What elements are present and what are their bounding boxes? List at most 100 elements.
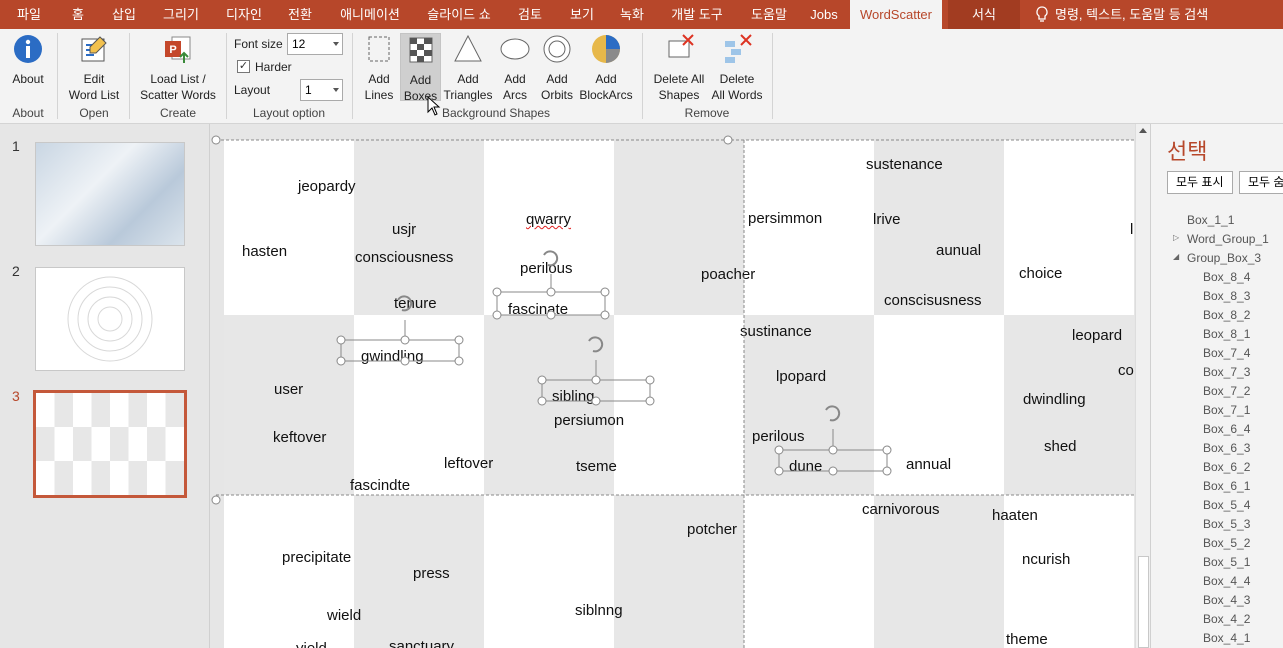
selection-item[interactable]: Box_8_2 [1203,308,1250,322]
selection-item[interactable]: Box_5_2 [1203,536,1250,550]
scatter-word[interactable]: leopard [1072,327,1122,344]
tab-help[interactable]: 도움말 [742,0,796,29]
selection-item[interactable]: Box_6_1 [1203,479,1250,493]
selection-item[interactable]: Box_7_4 [1203,346,1250,360]
scatter-word[interactable]: potcher [687,521,737,538]
scatter-word[interactable]: sanctuary [389,638,454,648]
scatter-word[interactable]: shed [1044,438,1077,455]
scatter-word[interactable]: fascindte [350,477,410,494]
scrollbar-thumb[interactable] [1138,556,1149,648]
selection-item[interactable]: Box_5_4 [1203,498,1250,512]
tab-review[interactable]: 검토 [508,0,552,29]
scatter-word[interactable]: aunual [936,242,981,259]
scatter-word[interactable]: press [413,565,450,582]
scatter-word[interactable]: sustenance [866,156,943,173]
selection-item[interactable]: Word_Group_1 [1187,232,1269,246]
tab-design[interactable]: 디자인 [218,0,270,29]
tab-developer[interactable]: 개발 도구 [662,0,732,29]
scatter-word[interactable]: choice [1019,265,1062,282]
scatter-word[interactable]: dwindling [1023,391,1086,408]
scatter-word[interactable]: perilous [752,428,805,445]
delete-all-words-button[interactable]: Delete All Words [708,33,766,103]
scatter-word[interactable]: theme [1006,631,1048,648]
add-arcs-button[interactable]: Add Arcs [497,33,533,103]
selection-item[interactable]: Group_Box_3 [1187,251,1261,265]
hide-all-button[interactable]: 모두 숨 [1239,171,1283,194]
add-triangles-button[interactable]: Add Triangles [443,33,493,103]
selection-item[interactable]: Box_6_4 [1203,422,1250,436]
scatter-word[interactable]: haaten [992,507,1038,524]
add-boxes-button[interactable]: Add Boxes [400,33,441,103]
vertical-scrollbar[interactable] [1135,124,1150,648]
chevron-down-icon[interactable]: ◢ [1173,252,1179,261]
scatter-word[interactable]: wield [327,607,361,624]
delete-all-shapes-button[interactable]: Delete All Shapes [648,33,710,103]
scatter-word[interactable]: conscisusness [884,292,982,309]
scatter-word[interactable]: consciousness [355,249,453,266]
tab-format[interactable]: 서식 [948,0,1020,29]
selection-item[interactable]: Box_5_3 [1203,517,1250,531]
scatter-word[interactable]: sibling [552,388,595,405]
selection-item[interactable]: Box_6_2 [1203,460,1250,474]
add-orbits-button[interactable]: Add Orbits [537,33,577,103]
scatter-word[interactable]: tenure [394,295,437,312]
selection-item[interactable]: Box_6_3 [1203,441,1250,455]
scatter-word[interactable]: yield [296,640,327,648]
harder-checkbox[interactable]: ✓ [237,60,250,73]
scatter-word[interactable]: qwarry [526,211,571,228]
selection-item[interactable]: Box_8_1 [1203,327,1250,341]
edit-word-list-button[interactable]: Edit Word List [64,33,124,103]
font-size-input[interactable]: 12 [287,33,343,55]
add-blockarcs-button[interactable]: Add BlockArcs [579,33,633,103]
show-all-button[interactable]: 모두 표시 [1167,171,1233,194]
selection-item[interactable]: Box_4_2 [1203,612,1250,626]
selection-item[interactable]: Box_4_4 [1203,574,1250,588]
tab-view[interactable]: 보기 [562,0,602,29]
slide-thumbnail-3[interactable] [33,390,187,498]
scatter-word[interactable]: carnivorous [862,501,940,518]
selection-item[interactable]: Box_5_1 [1203,555,1250,569]
add-lines-button[interactable]: Add Lines [360,33,398,103]
tab-animations[interactable]: 애니메이션 [332,0,408,29]
scatter-word[interactable]: perilous [520,260,573,277]
scroll-up-icon[interactable] [1139,128,1147,133]
tab-home[interactable]: 홈 [62,0,94,29]
scatter-word[interactable]: persiumon [554,412,624,429]
scatter-word[interactable]: tseme [576,458,617,475]
search-box[interactable]: 명령, 텍스트, 도움말 등 검색 [1035,0,1208,29]
scatter-word[interactable]: ncurish [1022,551,1070,568]
slide-thumbnail-2[interactable] [35,267,185,371]
selection-item[interactable]: Box_1_1 [1187,213,1234,227]
slide-canvas[interactable]: jeopardy usjr hasten consciousness qwarr… [224,140,1134,648]
selection-item[interactable]: Box_8_3 [1203,289,1250,303]
scatter-word[interactable]: sustinance [740,323,812,340]
tab-file[interactable]: 파일 [8,0,50,29]
scatter-word[interactable]: co [1118,362,1134,379]
scatter-word[interactable]: persimmon [748,210,822,227]
scatter-word[interactable]: poacher [701,266,755,283]
layout-select[interactable]: 1 [300,79,343,101]
tab-transitions[interactable]: 전환 [280,0,320,29]
scatter-word[interactable]: annual [906,456,951,473]
selection-item[interactable]: Box_8_4 [1203,270,1250,284]
chevron-right-icon[interactable]: ▷ [1173,233,1179,242]
scatter-word[interactable]: gwindling [361,348,424,365]
tab-wordscatter[interactable]: WordScatter [850,0,942,29]
tab-slideshow[interactable]: 슬라이드 쇼 [420,0,498,29]
tab-record[interactable]: 녹화 [612,0,652,29]
selection-item[interactable]: Box_4_3 [1203,593,1250,607]
scatter-word[interactable]: fascinate [508,301,568,318]
selection-item[interactable]: Box_7_1 [1203,403,1250,417]
scatter-word[interactable]: dune [789,458,822,475]
tab-draw[interactable]: 그리기 [156,0,206,29]
tab-insert[interactable]: 삽입 [104,0,144,29]
scatter-word[interactable]: keftover [273,429,326,446]
scatter-word[interactable]: user [274,381,303,398]
scatter-word[interactable]: usjr [392,221,416,238]
scatter-word[interactable]: hasten [242,243,287,260]
scatter-word[interactable]: siblnng [575,602,623,619]
scatter-word[interactable]: lrive [873,211,901,228]
scatter-word[interactable]: precipitate [282,549,351,566]
load-list-button[interactable]: P Load List / Scatter Words [134,33,222,103]
scatter-word[interactable]: lpopard [776,368,826,385]
